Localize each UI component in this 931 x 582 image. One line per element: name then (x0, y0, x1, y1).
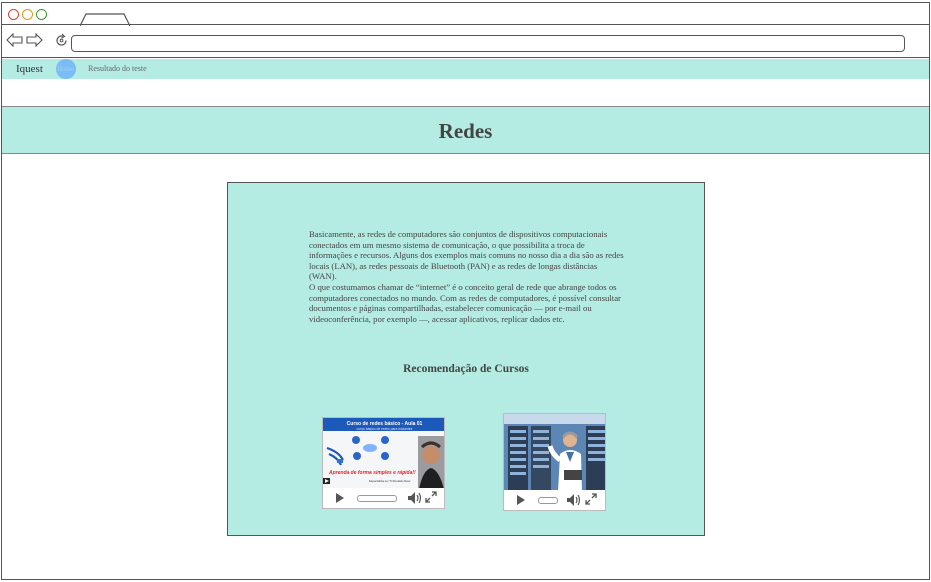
fullscreen-icon[interactable] (425, 491, 437, 503)
volume-icon[interactable] (407, 491, 423, 505)
url-input[interactable] (71, 35, 905, 52)
thumb-credit: Especialista em TI Ronaldo Alves (369, 479, 411, 483)
volume-icon[interactable] (566, 493, 582, 507)
intro-paragraph-2: O que costumamos chamar de “internet” é … (309, 282, 621, 324)
thumb-tagline: Aprenda de forma simples e rápida!! (328, 470, 416, 476)
page-header: Redes (2, 106, 929, 154)
datacenter-thumbnail (504, 414, 605, 492)
close-window-button[interactable] (8, 9, 19, 20)
play-icon[interactable] (335, 492, 345, 504)
intro-paragraph-1: Basicamente, as redes de computadores sã… (309, 229, 624, 282)
minimize-window-button[interactable] (22, 9, 33, 20)
back-arrow-icon[interactable] (6, 33, 23, 47)
forward-arrow-icon[interactable] (26, 33, 43, 47)
title-bar (2, 3, 929, 26)
course-video-2[interactable] (503, 413, 606, 511)
content-card: Basicamente, as redes de computadores sã… (227, 182, 705, 536)
site-nav: Iquest Home Resultado do teste (2, 59, 929, 79)
thumb-subtitle: curso básico de redes para iniciantes (357, 427, 413, 431)
browser-window: Iquest Home Resultado do teste Redes Bas… (1, 2, 930, 580)
course-video-1[interactable]: Curso de redes básico - Aula 01 curso bá… (322, 417, 445, 509)
browser-tab[interactable] (80, 13, 130, 26)
page-title: Redes (438, 119, 493, 143)
site-brand[interactable]: Iquest (16, 63, 43, 75)
video-thumbnail-2[interactable] (504, 414, 605, 492)
maximize-window-button[interactable] (36, 9, 47, 20)
video-controls-1 (323, 488, 444, 508)
video-controls-2 (504, 490, 605, 510)
reload-icon[interactable] (54, 33, 69, 48)
address-bar (2, 26, 929, 58)
recommendations-title: Recomendação de Cursos (403, 363, 529, 375)
video-progress-bar[interactable] (538, 497, 558, 504)
video-thumbnail-1[interactable]: Curso de redes básico - Aula 01 curso bá… (323, 418, 444, 489)
nav-home-label[interactable]: Home (57, 65, 74, 73)
nav-result-link[interactable]: Resultado do teste (88, 64, 147, 73)
fullscreen-icon[interactable] (585, 493, 597, 505)
network-course-thumbnail: Curso de redes básico - Aula 01 curso bá… (323, 418, 444, 489)
video-progress-bar[interactable] (357, 495, 397, 502)
play-icon[interactable] (516, 494, 526, 506)
intro-text: Basicamente, as redes de computadores sã… (309, 229, 627, 324)
